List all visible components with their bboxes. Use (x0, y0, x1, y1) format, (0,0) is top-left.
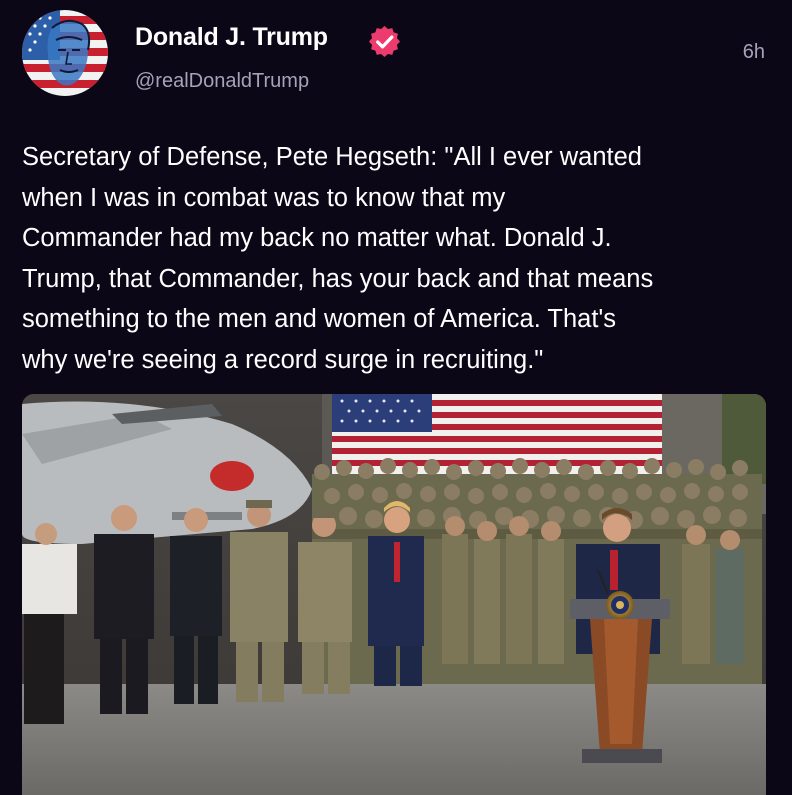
verified-badge-icon (367, 24, 402, 59)
post-text-line: Trump, that Commander, has your back and… (22, 264, 654, 293)
post-timestamp[interactable]: 6h (743, 41, 765, 64)
video-thumbnail-image (22, 394, 766, 795)
avatar[interactable] (22, 10, 108, 96)
post-card: Donald J. Trump @realDonaldTrump 6h Secr… (0, 0, 792, 795)
post-media-video[interactable] (22, 394, 766, 795)
post-text-line: Secretary of Defense, Pete Hegseth: "All… (22, 143, 642, 171)
post-text: Secretary of Defense, Pete Hegseth: "All… (22, 137, 774, 380)
post-text-line: Commander had my back no matter what. Do… (22, 224, 612, 252)
author-display-name[interactable]: Donald J. Trump (135, 23, 328, 52)
post-text-line: why we're seeing a record surge in recru… (22, 345, 544, 374)
author-handle[interactable]: @realDonaldTrump (135, 70, 309, 93)
post-text-line: when I was in combat was to know that my (22, 183, 506, 212)
post-text-line: something to the men and women of Americ… (22, 305, 617, 333)
avatar-flag-portrait-icon (22, 10, 108, 96)
